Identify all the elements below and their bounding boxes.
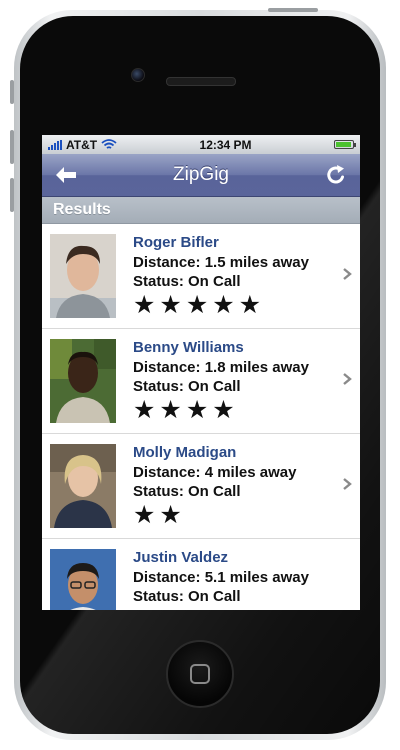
back-arrow-icon[interactable] bbox=[54, 163, 78, 187]
result-status: Status: On Call bbox=[133, 483, 241, 500]
status-bar: AT&T 12:34 PM bbox=[42, 135, 360, 154]
result-name: Roger Bifler bbox=[133, 234, 219, 251]
earpiece-speaker bbox=[166, 77, 236, 86]
result-status: Status: On Call bbox=[133, 588, 241, 605]
wifi-icon bbox=[101, 139, 117, 149]
result-info: Justin Valdez Distance: 5.1 miles away S… bbox=[133, 548, 309, 606]
result-name: Benny Williams bbox=[133, 339, 244, 356]
result-info: Roger Bifler Distance: 1.5 miles away St… bbox=[133, 233, 309, 319]
sleep-button bbox=[268, 8, 318, 12]
list-item[interactable]: Justin Valdez Distance: 5.1 miles away S… bbox=[42, 539, 360, 610]
avatar bbox=[50, 234, 116, 318]
result-status: Status: On Call bbox=[133, 378, 241, 395]
result-distance: Distance: 4 miles away bbox=[133, 464, 297, 481]
chevron-right-icon bbox=[343, 268, 352, 280]
result-distance: Distance: 1.8 miles away bbox=[133, 359, 309, 376]
result-distance: Distance: 5.1 miles away bbox=[133, 569, 309, 586]
result-status: Status: On Call bbox=[133, 273, 241, 290]
chevron-right-icon bbox=[343, 478, 352, 490]
volume-down-button bbox=[10, 178, 14, 212]
result-name: Justin Valdez bbox=[133, 549, 229, 566]
mute-switch bbox=[10, 80, 14, 104]
carrier-area: AT&T bbox=[48, 138, 117, 152]
refresh-icon[interactable] bbox=[324, 163, 348, 187]
nav-bar: ZipGig bbox=[42, 154, 360, 197]
result-distance: Distance: 1.5 miles away bbox=[133, 254, 309, 271]
screen: AT&T 12:34 PM ZipGig Results Roger Bifle… bbox=[42, 135, 360, 610]
avatar bbox=[50, 444, 116, 528]
home-button[interactable] bbox=[166, 640, 234, 708]
battery-icon bbox=[333, 140, 356, 149]
results-section-header: Results bbox=[42, 197, 360, 224]
nav-title: ZipGig bbox=[173, 164, 229, 185]
front-camera bbox=[131, 68, 145, 82]
status-time: 12:34 PM bbox=[199, 137, 252, 152]
result-info: Molly Madigan Distance: 4 miles away Sta… bbox=[133, 443, 296, 529]
volume-up-button bbox=[10, 130, 14, 164]
list-item[interactable]: Roger Bifler Distance: 1.5 miles away St… bbox=[42, 224, 360, 329]
star-rating: ★★ bbox=[133, 501, 186, 529]
carrier-label: AT&T bbox=[66, 137, 98, 152]
star-rating: ★★★★ bbox=[133, 396, 239, 424]
result-info: Benny Williams Distance: 1.8 miles away … bbox=[133, 338, 309, 424]
avatar bbox=[50, 549, 116, 610]
home-square-icon bbox=[190, 664, 210, 684]
list-item[interactable]: Molly Madigan Distance: 4 miles away Sta… bbox=[42, 434, 360, 539]
result-name: Molly Madigan bbox=[133, 444, 237, 461]
list-item[interactable]: Benny Williams Distance: 1.8 miles away … bbox=[42, 329, 360, 434]
signal-bars-icon bbox=[48, 139, 62, 150]
chevron-right-icon bbox=[343, 373, 352, 385]
star-rating: ★★★★★ bbox=[133, 291, 266, 319]
avatar bbox=[50, 339, 116, 423]
